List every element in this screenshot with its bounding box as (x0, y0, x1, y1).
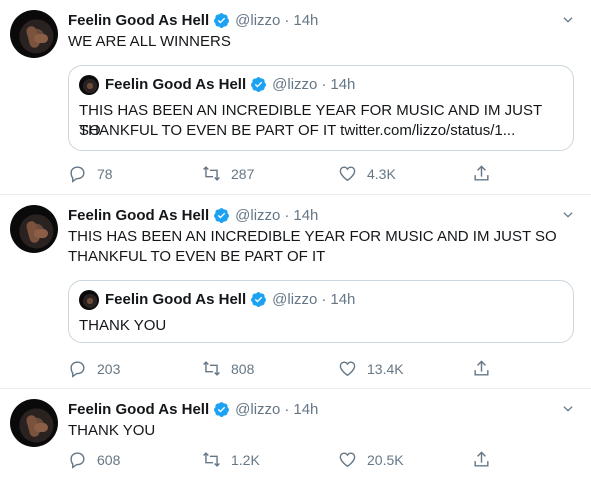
tweet-text: WE ARE ALL WINNERS (68, 33, 231, 50)
like-count: 20.5K (367, 451, 404, 468)
retweet-count: 1.2K (231, 451, 260, 468)
separator-dot: · (321, 76, 327, 93)
like-icon (339, 166, 356, 182)
retweet-icon (203, 361, 220, 376)
retweet-button[interactable]: 808 (202, 359, 254, 378)
retweet-count: 808 (231, 360, 255, 377)
display-name[interactable]: Feelin Good As Hell (68, 207, 209, 224)
reply-icon (70, 361, 85, 378)
timestamp[interactable]: 14h (293, 401, 318, 418)
like-count: 4.3K (367, 165, 396, 182)
handle[interactable]: @lizzo (235, 401, 280, 418)
reply-count: 78 (97, 165, 113, 182)
quoted-tweet-text-line: THANKFUL TO EVEN BE PART OF IT twitter.c… (79, 122, 516, 139)
timestamp[interactable]: 14h (293, 207, 318, 224)
verified-badge-icon (214, 207, 230, 223)
chevron-down-icon[interactable] (561, 13, 575, 27)
quoted-tweet[interactable]: Feelin Good As Hell @lizzo · 14h THIS HA… (68, 65, 574, 151)
share-button[interactable] (472, 359, 501, 378)
verified-badge-icon (214, 401, 230, 417)
retweet-icon (203, 166, 220, 181)
timestamp[interactable]: 14h (293, 12, 318, 29)
tweet[interactable]: Feelin Good As Hell @lizzo · 14h THIS HA… (0, 195, 591, 388)
avatar[interactable] (10, 205, 58, 253)
share-icon (474, 451, 489, 467)
share-icon (474, 165, 489, 181)
quoted-tweet[interactable]: Feelin Good As Hell @lizzo · 14h THANK Y… (68, 280, 574, 343)
chevron-down-icon[interactable] (561, 402, 575, 416)
like-icon (339, 452, 356, 468)
separator-dot: · (284, 400, 290, 418)
display-name[interactable]: Feelin Good As Hell (68, 12, 209, 29)
separator-dot: · (284, 206, 290, 224)
avatar (79, 75, 99, 95)
tweet-actions: 78 287 4.3K (68, 164, 578, 184)
retweet-count: 287 (231, 165, 255, 182)
display-name: Feelin Good As Hell (105, 291, 247, 308)
tweet-header: Feelin Good As Hell @lizzo · 14h (68, 206, 318, 224)
retweet-button[interactable]: 287 (202, 164, 254, 183)
like-icon (339, 361, 356, 377)
retweet-icon (203, 452, 220, 467)
reply-button[interactable]: 203 (68, 359, 120, 378)
separator-dot: · (321, 291, 327, 308)
timestamp: 14h (330, 76, 356, 93)
tweet-actions: 203 808 13.4K (68, 359, 578, 379)
quoted-tweet-header: Feelin Good As Hell @lizzo · 14h (105, 76, 355, 93)
tweet-text: THANK YOU (68, 422, 156, 439)
avatar[interactable] (10, 10, 58, 58)
retweet-button[interactable]: 1.2K (202, 450, 260, 469)
display-name: Feelin Good As Hell (105, 76, 247, 93)
share-button[interactable] (472, 164, 501, 183)
verified-badge-icon (251, 292, 267, 307)
reply-icon (70, 452, 85, 469)
tweet[interactable]: Feelin Good As Hell @lizzo · 14h WE ARE … (0, 0, 591, 194)
like-button[interactable]: 4.3K (338, 164, 396, 183)
reply-button[interactable]: 78 (68, 164, 113, 183)
handle: @lizzo (272, 76, 318, 93)
handle: @lizzo (272, 291, 318, 308)
tweet[interactable]: Feelin Good As Hell @lizzo · 14h THANK Y… (0, 389, 591, 482)
share-button[interactable] (472, 450, 501, 469)
like-count: 13.4K (367, 360, 404, 377)
like-button[interactable]: 13.4K (338, 359, 404, 378)
tweet-text-line: THIS HAS BEEN AN INCREDIBLE YEAR FOR MUS… (68, 228, 557, 245)
reply-button[interactable]: 608 (68, 450, 120, 469)
tweet-header: Feelin Good As Hell @lizzo · 14h (68, 400, 318, 418)
chevron-down-icon[interactable] (561, 208, 575, 222)
timestamp: 14h (330, 291, 356, 308)
handle[interactable]: @lizzo (235, 207, 280, 224)
reply-count: 608 (97, 451, 121, 468)
like-button[interactable]: 20.5K (338, 450, 404, 469)
quoted-tweet-text-line: THANK YOU (79, 317, 167, 334)
tweet-header: Feelin Good As Hell @lizzo · 14h (68, 11, 318, 29)
verified-badge-icon (251, 77, 267, 92)
avatar (79, 290, 99, 310)
verified-badge-icon (214, 12, 230, 28)
reply-count: 203 (97, 360, 121, 377)
quoted-tweet-header: Feelin Good As Hell @lizzo · 14h (105, 291, 355, 308)
avatar[interactable] (10, 399, 58, 447)
share-icon (474, 360, 489, 376)
separator-dot: · (284, 11, 290, 29)
tweet-actions: 608 1.2K 20.5K (68, 450, 578, 470)
display-name[interactable]: Feelin Good As Hell (68, 401, 209, 418)
handle[interactable]: @lizzo (235, 12, 280, 29)
tweet-text-line: THANKFUL TO EVEN BE PART OF IT (68, 248, 326, 265)
reply-icon (70, 166, 85, 183)
